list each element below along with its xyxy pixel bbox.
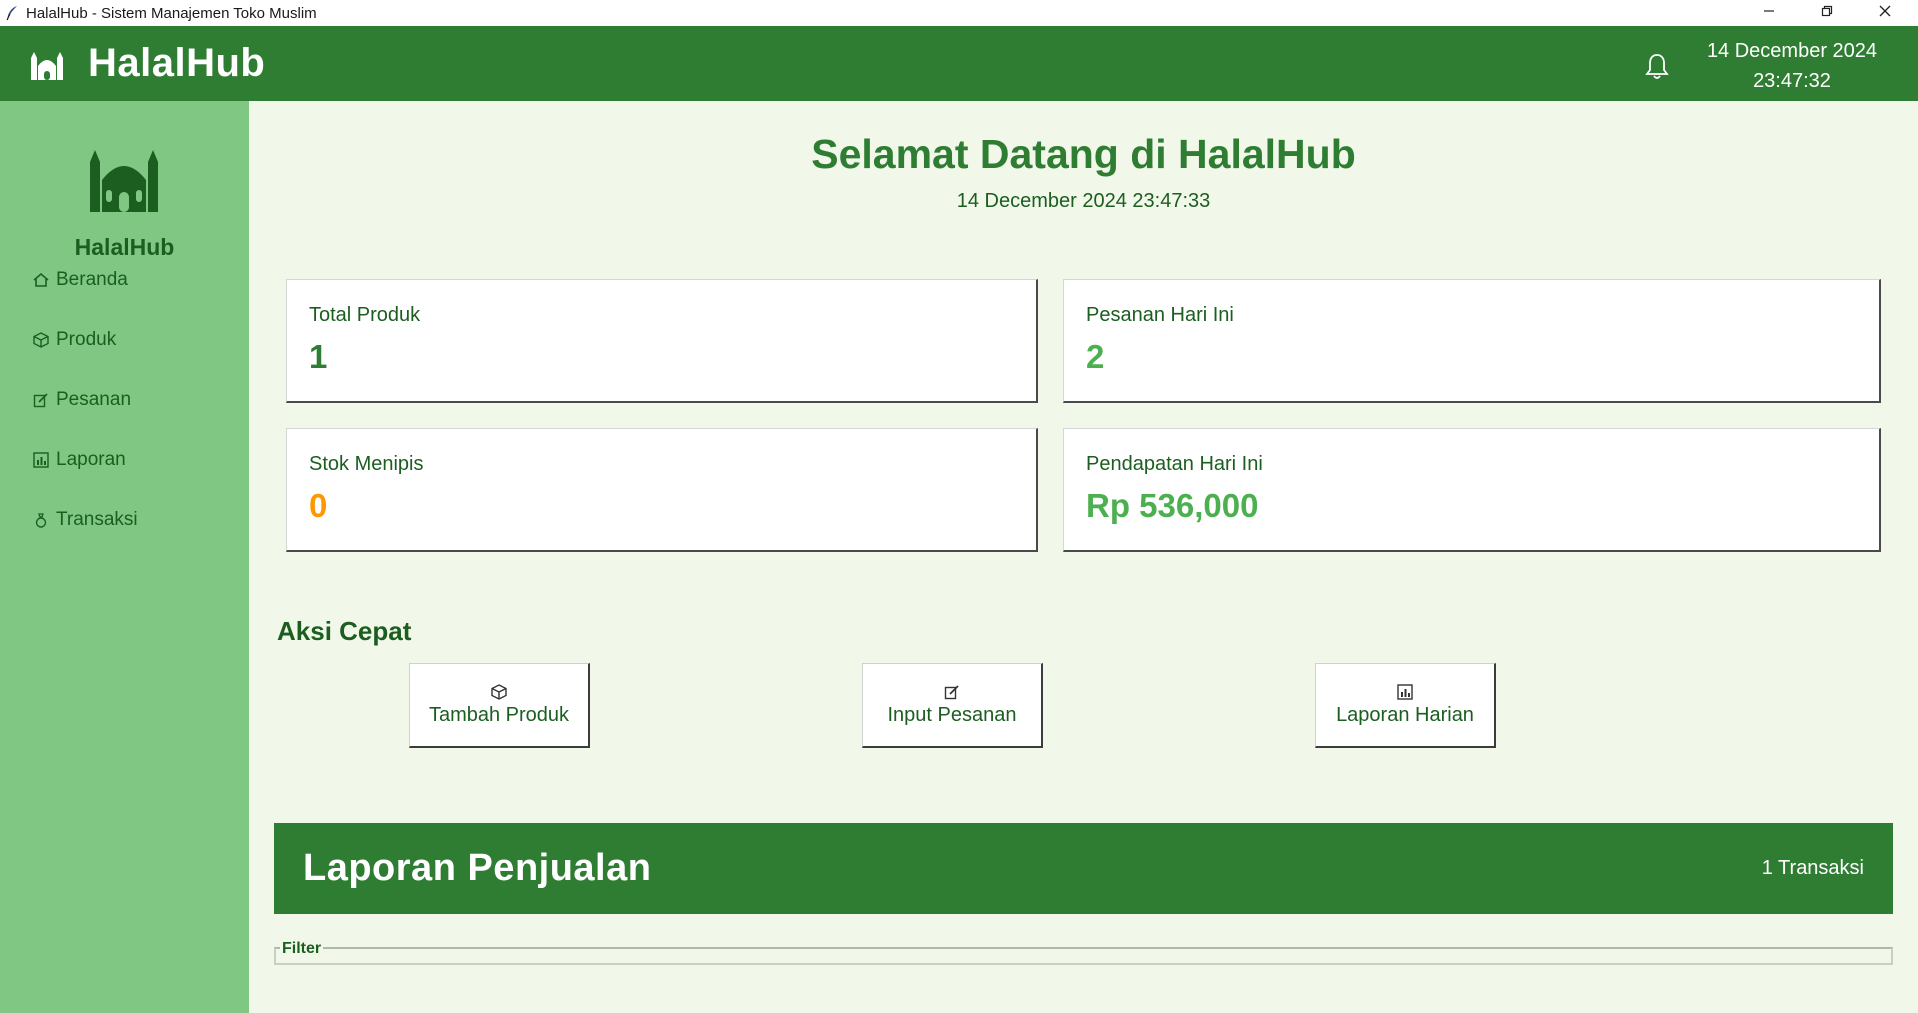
header-time: 23:47:32 — [1753, 70, 1831, 92]
money-bag-icon — [32, 511, 50, 529]
sidebar-logo-text: HalalHub — [74, 234, 175, 260]
input-pesanan-button[interactable]: Input Pesanan — [862, 663, 1043, 748]
button-label: Tambah Produk — [428, 703, 570, 726]
app-header: HalalHub 14 December 2024 23:47:32 — [0, 26, 1918, 101]
laporan-harian-button[interactable]: Laporan Harian — [1315, 663, 1496, 748]
minimize-button[interactable] — [1740, 0, 1798, 26]
card-label: Total Produk — [309, 304, 421, 326]
card-label: Pesanan Hari Ini — [1086, 304, 1234, 326]
sidebar-item-produk[interactable]: Produk — [32, 323, 116, 357]
edit-icon — [32, 391, 50, 409]
sidebar: HalalHub Beranda Produk Pesanan Laporan … — [0, 101, 249, 1013]
window-titlebar: HalalHub - Sistem Manajemen Toko Muslim — [0, 0, 1918, 26]
edit-icon — [944, 684, 960, 700]
close-icon — [1879, 4, 1891, 22]
bell-icon[interactable] — [1644, 52, 1670, 80]
mosque-icon — [88, 146, 160, 212]
button-label: Laporan Harian — [1336, 703, 1474, 726]
window-title: HalalHub - Sistem Manajemen Toko Muslim — [26, 4, 317, 22]
sidebar-item-label: Laporan — [56, 449, 126, 470]
filter-frame — [274, 947, 1893, 965]
tambah-produk-button[interactable]: Tambah Produk — [409, 663, 590, 748]
card-value: Rp 536,000 — [1086, 487, 1259, 524]
stat-card-stok-menipis: Stok Menipis 0 — [286, 428, 1038, 552]
sidebar-item-laporan[interactable]: Laporan — [32, 443, 126, 477]
close-button[interactable] — [1856, 0, 1914, 26]
sidebar-item-label: Produk — [56, 329, 117, 350]
package-icon — [32, 331, 50, 349]
feather-icon — [4, 5, 20, 21]
brand-name: HalalHub — [88, 41, 266, 85]
card-value: 0 — [309, 487, 328, 524]
header-date: 14 December 2024 — [1706, 40, 1878, 62]
report-banner: Laporan Penjualan 1 Transaksi — [274, 823, 1893, 914]
header-datetime: 14 December 2024 23:47:32 — [1692, 36, 1892, 96]
welcome-datetime: 14 December 2024 23:47:33 — [956, 190, 1211, 212]
stat-card-pendapatan-hari-ini: Pendapatan Hari Ini Rp 536,000 — [1063, 428, 1881, 552]
card-label: Stok Menipis — [309, 453, 424, 475]
sidebar-item-label: Beranda — [56, 269, 128, 290]
sidebar-item-transaksi[interactable]: Transaksi — [32, 503, 138, 537]
bar-chart-icon — [1397, 683, 1413, 700]
stat-card-total-produk: Total Produk 1 — [286, 279, 1038, 403]
minimize-icon — [1763, 4, 1775, 22]
sidebar-item-pesanan[interactable]: Pesanan — [32, 383, 131, 417]
card-label: Pendapatan Hari Ini — [1086, 453, 1263, 475]
restore-icon — [1821, 4, 1833, 22]
card-value: 2 — [1086, 338, 1105, 375]
filter-label: Filter — [280, 940, 324, 958]
package-icon — [491, 683, 507, 700]
sidebar-item-beranda[interactable]: Beranda — [32, 263, 128, 297]
button-label: Input Pesanan — [887, 703, 1017, 726]
sidebar-item-label: Pesanan — [56, 389, 132, 410]
card-value: 1 — [309, 338, 328, 375]
welcome-title: Selamat Datang di HalalHub — [811, 131, 1356, 177]
report-title: Laporan Penjualan — [303, 847, 652, 889]
transaction-count: 1 Transaksi — [1761, 857, 1864, 879]
sidebar-item-label: Transaksi — [56, 509, 138, 530]
restore-button[interactable] — [1798, 0, 1856, 26]
mosque-icon — [30, 50, 64, 80]
quick-actions-title: Aksi Cepat — [277, 616, 412, 646]
stat-card-pesanan-hari-ini: Pesanan Hari Ini 2 — [1063, 279, 1881, 403]
home-icon — [32, 271, 50, 289]
bar-chart-icon — [32, 451, 50, 469]
